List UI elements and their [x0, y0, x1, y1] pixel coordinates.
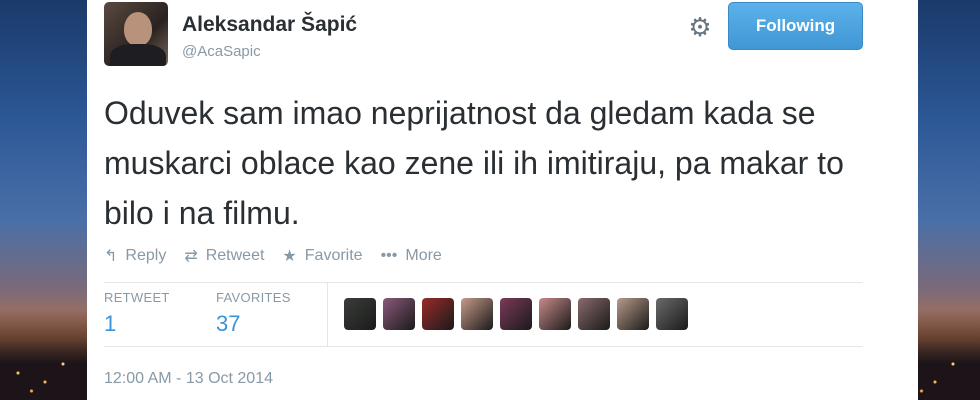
reply-icon: ↰: [104, 248, 118, 265]
following-button[interactable]: Following: [728, 2, 863, 50]
gear-icon[interactable]: ⚙: [685, 12, 715, 42]
author-name[interactable]: Aleksandar Šapić: [182, 13, 357, 37]
favoriter-avatar[interactable]: [344, 298, 376, 330]
favoriter-avatar[interactable]: [461, 298, 493, 330]
favoriter-avatar[interactable]: [422, 298, 454, 330]
avatar[interactable]: [104, 2, 168, 66]
author-handle[interactable]: @AcaSapic: [182, 43, 261, 60]
star-icon: ★: [282, 248, 297, 265]
reply-label: Reply: [125, 247, 167, 264]
favoriter-avatar[interactable]: [656, 298, 688, 330]
retweet-stat[interactable]: RETWEET 1: [104, 290, 170, 337]
tweet-actions: ↰ Reply ⇄ Retweet ★ Favorite ••• More: [104, 244, 460, 268]
tweet-timestamp[interactable]: 12:00 AM - 13 Oct 2014: [104, 370, 273, 388]
reply-button[interactable]: ↰ Reply: [104, 246, 166, 266]
retweet-icon: ⇄: [184, 248, 198, 265]
favoriter-avatar[interactable]: [578, 298, 610, 330]
favorite-button[interactable]: ★ Favorite: [282, 246, 362, 266]
retweet-count: 1: [104, 311, 117, 336]
tweet-card: Aleksandar Šapić @AcaSapic ⚙ Following O…: [87, 0, 918, 400]
favorites-count: 37: [216, 311, 241, 336]
favoriter-avatar[interactable]: [383, 298, 415, 330]
more-label: More: [405, 247, 442, 264]
divider-bottom: [104, 346, 863, 347]
more-button[interactable]: ••• More: [381, 247, 442, 265]
favoriter-avatar[interactable]: [500, 298, 532, 330]
favorites-stat-label: FAVORITES: [216, 290, 291, 305]
retweet-button[interactable]: ⇄ Retweet: [184, 246, 264, 266]
avatar-face: [124, 12, 152, 46]
favoriter-avatar[interactable]: [539, 298, 571, 330]
favorite-label: Favorite: [304, 247, 363, 264]
divider-top: [104, 282, 863, 283]
background-city-lights-left: [0, 310, 90, 400]
favorites-stat[interactable]: FAVORITES 37: [216, 290, 291, 337]
retweet-label: Retweet: [205, 247, 265, 264]
favoriter-avatar[interactable]: [617, 298, 649, 330]
favoriter-avatars: [344, 298, 695, 330]
tweet-text: Oduvek sam imao neprijatnost da gledam k…: [104, 95, 844, 231]
avatar-body: [110, 44, 166, 66]
more-icon: •••: [380, 247, 398, 264]
stats-separator: [327, 282, 328, 346]
retweet-stat-label: RETWEET: [104, 290, 170, 305]
